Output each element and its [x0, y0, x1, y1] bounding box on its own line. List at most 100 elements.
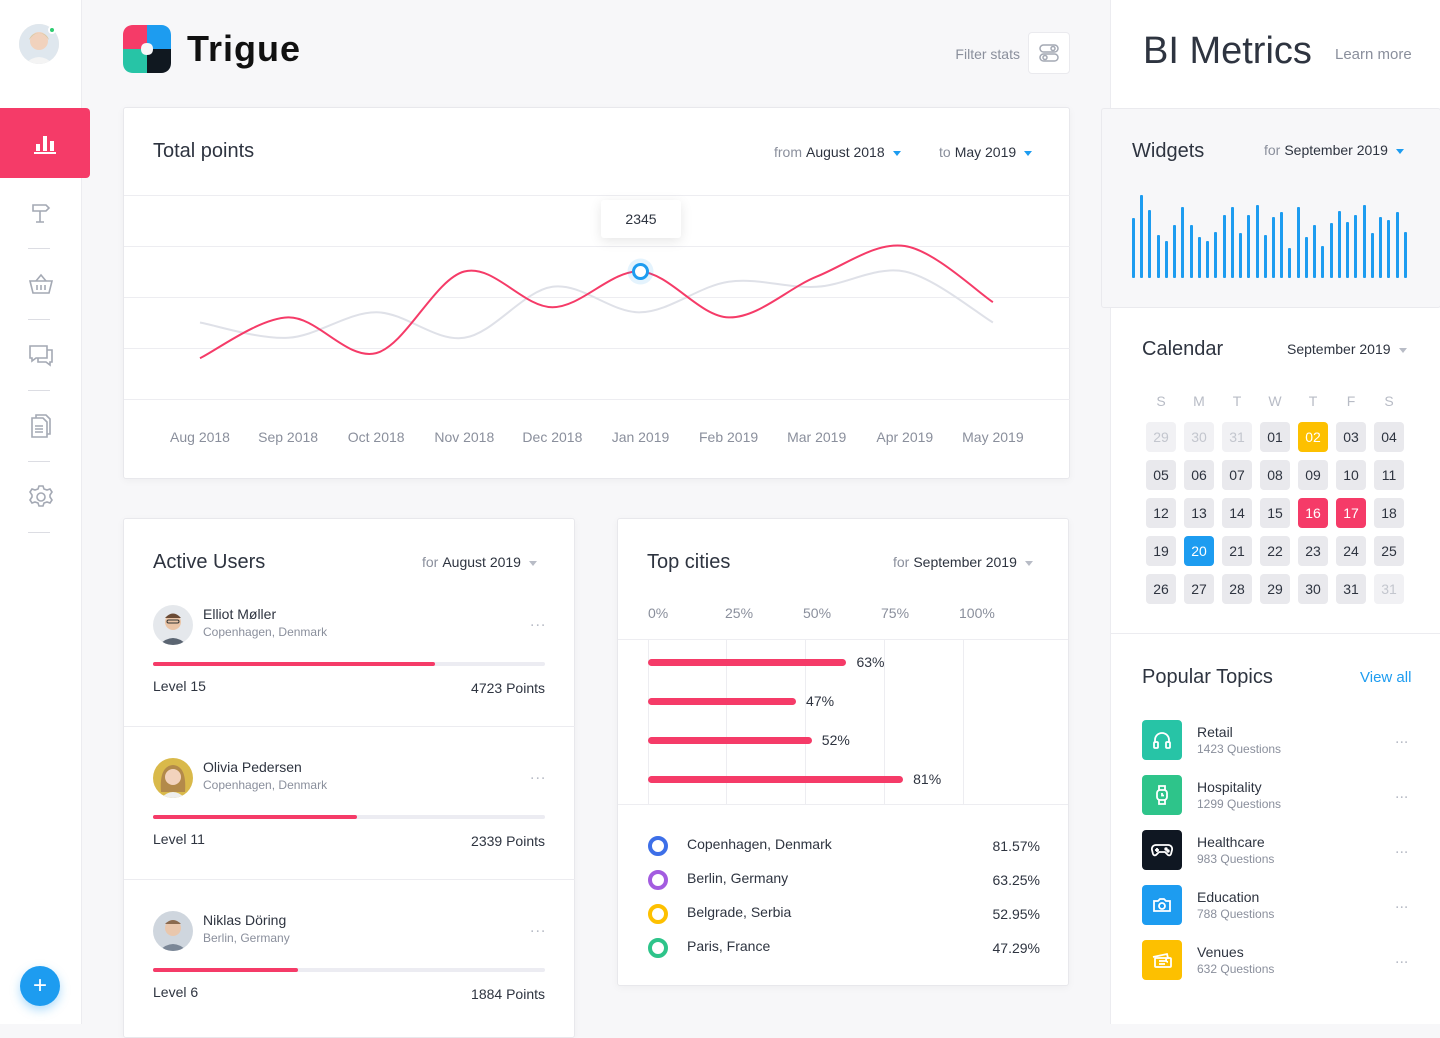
chevron-down-icon	[529, 561, 537, 566]
calendar-day[interactable]: 03	[1336, 422, 1366, 452]
widget-bar	[1231, 207, 1234, 278]
calendar-day[interactable]: 11	[1374, 460, 1404, 490]
calendar-day[interactable]: 09	[1298, 460, 1328, 490]
more-options-icon[interactable]: ...	[1395, 895, 1408, 913]
weekday-label: F	[1332, 393, 1370, 409]
highlight-point[interactable]	[634, 265, 648, 279]
city-bar[interactable]	[648, 737, 812, 744]
bar-value-label: 52%	[822, 732, 850, 748]
weekday-label: S	[1370, 393, 1408, 409]
topic-row[interactable]: Hospitality 1299 Questions ...	[1111, 775, 1440, 819]
user-location: Berlin, Germany	[203, 931, 290, 945]
add-button[interactable]: +	[20, 966, 60, 1006]
user-level: Level 11	[153, 831, 205, 847]
calendar-day[interactable]: 08	[1260, 460, 1290, 490]
more-options-icon[interactable]: ...	[530, 919, 546, 937]
calendar-day[interactable]: 29	[1260, 574, 1290, 604]
nav-item-chat[interactable]	[0, 320, 82, 390]
widget-bar	[1239, 233, 1242, 278]
calendar-day[interactable]: 27	[1184, 574, 1214, 604]
nav-item-settings[interactable]	[0, 462, 82, 532]
calendar-day[interactable]: 23	[1298, 536, 1328, 566]
nav-item-dashboard[interactable]	[0, 108, 90, 178]
calendar-day[interactable]: 29	[1146, 422, 1176, 452]
calendar-day[interactable]: 18	[1374, 498, 1404, 528]
chart-divider	[618, 804, 1068, 805]
calendar-day[interactable]: 12	[1146, 498, 1176, 528]
to-select[interactable]: toMay 2019	[939, 144, 1032, 160]
more-options-icon[interactable]: ...	[1395, 840, 1408, 858]
popular-topics-title: Popular Topics	[1142, 666, 1273, 689]
calendar-day[interactable]: 22	[1260, 536, 1290, 566]
calendar-day[interactable]: 16	[1298, 498, 1328, 528]
calendar-day[interactable]: 04	[1374, 422, 1404, 452]
chat-icon	[28, 343, 54, 367]
calendar-day[interactable]: 31	[1374, 574, 1404, 604]
calendar-day[interactable]: 19	[1146, 536, 1176, 566]
calendar-day[interactable]: 31	[1336, 574, 1366, 604]
calendar-day[interactable]: 06	[1184, 460, 1214, 490]
topic-row[interactable]: Education 788 Questions ...	[1111, 885, 1440, 929]
view-all-link[interactable]: View all	[1360, 669, 1411, 686]
widgets-period-select[interactable]: forSeptember 2019	[1264, 142, 1404, 158]
topic-row[interactable]: Retail 1423 Questions ...	[1111, 720, 1440, 764]
calendar-day[interactable]: 17	[1336, 498, 1366, 528]
user-row[interactable]: Olivia Pedersen Copenhagen, Denmark ... …	[124, 727, 575, 880]
widget-bar	[1288, 248, 1291, 278]
topic-row[interactable]: Venues 632 Questions ...	[1111, 940, 1440, 984]
user-row[interactable]: Niklas Döring Berlin, Germany ... Level …	[124, 880, 575, 1033]
user-row[interactable]: Elliot Møller Copenhagen, Denmark ... Le…	[124, 574, 575, 727]
top-cities-period-select[interactable]: forSeptember 2019	[893, 554, 1033, 570]
nav-item-documents[interactable]	[0, 391, 82, 461]
topic-name: Education	[1197, 889, 1259, 905]
calendar-day[interactable]: 02	[1298, 422, 1328, 452]
calendar-day[interactable]: 28	[1222, 574, 1252, 604]
calendar-day[interactable]: 07	[1222, 460, 1252, 490]
learn-more-link[interactable]: Learn more	[1335, 46, 1412, 63]
city-share: 52.95%	[948, 906, 1040, 922]
calendar-day[interactable]: 25	[1374, 536, 1404, 566]
nav-item-basket[interactable]	[0, 249, 82, 319]
brand-logo[interactable]	[123, 25, 171, 73]
calendar-day[interactable]: 30	[1184, 422, 1214, 452]
level-progress-fill	[153, 815, 357, 819]
topic-name: Retail	[1197, 724, 1233, 740]
to-prefix: to	[939, 144, 951, 160]
filter-stats-button[interactable]	[1028, 32, 1070, 74]
period-value: September 2019	[1284, 142, 1388, 158]
calendar-day[interactable]: 30	[1298, 574, 1328, 604]
calendar-day[interactable]: 13	[1184, 498, 1214, 528]
calendar-day[interactable]: 15	[1260, 498, 1290, 528]
calendar-day[interactable]: 10	[1336, 460, 1366, 490]
bar-value-label: 63%	[856, 654, 884, 670]
topic-row[interactable]: Healthcare 983 Questions ...	[1111, 830, 1440, 874]
more-options-icon[interactable]: ...	[1395, 950, 1408, 968]
chart-divider	[618, 639, 1068, 640]
right-panel: BI Metrics Learn more Widgets forSeptemb…	[1110, 0, 1440, 1024]
more-options-icon[interactable]: ...	[1395, 730, 1408, 748]
calendar-day[interactable]: 31	[1222, 422, 1252, 452]
city-bar[interactable]	[648, 698, 796, 705]
calendar-day[interactable]: 05	[1146, 460, 1176, 490]
nav-item-signpost[interactable]	[0, 178, 82, 248]
city-bar[interactable]	[648, 659, 846, 666]
from-select[interactable]: fromAugust 2018	[774, 144, 901, 160]
calendar-day[interactable]: 01	[1260, 422, 1290, 452]
more-options-icon[interactable]: ...	[1395, 785, 1408, 803]
calendar-day[interactable]: 14	[1222, 498, 1252, 528]
headphones-icon	[1152, 730, 1172, 750]
calendar-month-select[interactable]: September 2019	[1287, 341, 1407, 357]
calendar-day[interactable]: 21	[1222, 536, 1252, 566]
more-options-icon[interactable]: ...	[530, 613, 546, 631]
active-users-period-select[interactable]: forAugust 2019	[422, 554, 537, 570]
filter-stats-label[interactable]: Filter stats	[930, 46, 1020, 62]
calendar-day[interactable]: 24	[1336, 536, 1366, 566]
more-options-icon[interactable]: ...	[530, 766, 546, 784]
widget-bar	[1256, 205, 1259, 278]
brand-name: Trigue	[187, 28, 301, 70]
city-bar[interactable]	[648, 776, 903, 783]
topic-name: Healthcare	[1197, 834, 1265, 850]
calendar-day[interactable]: 26	[1146, 574, 1176, 604]
calendar-day[interactable]: 20	[1184, 536, 1214, 566]
nav-divider	[28, 532, 50, 533]
